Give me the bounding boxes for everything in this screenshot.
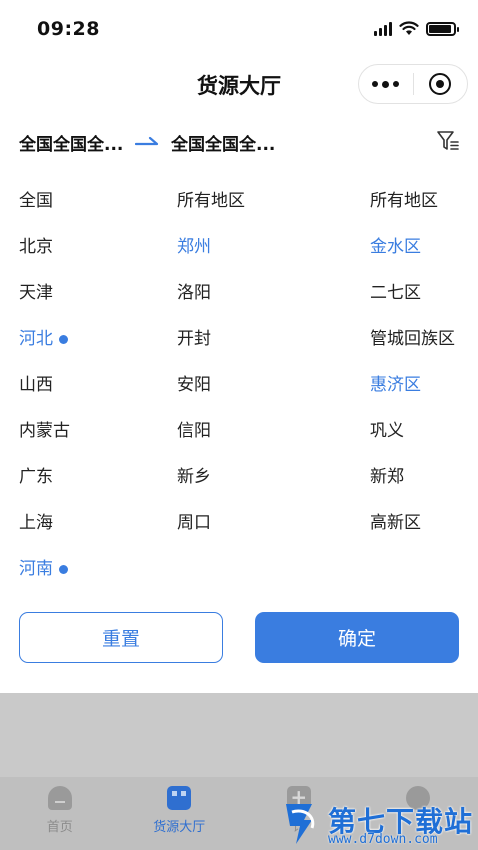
district-item-label: 金水区 [370, 237, 421, 257]
more-button[interactable] [359, 65, 413, 103]
district-item-label: 巩义 [370, 421, 404, 441]
province-item-label: 天津 [19, 283, 53, 303]
province-item[interactable]: 内蒙古 [19, 408, 169, 454]
district-item-label: 高新区 [370, 513, 421, 533]
district-item[interactable]: 所有地区 [370, 178, 478, 224]
district-item-label: 新郑 [370, 467, 404, 487]
province-item[interactable]: 全国 [19, 178, 169, 224]
city-item[interactable]: 信阳 [177, 408, 357, 454]
confirm-button[interactable]: 确定 [255, 612, 459, 663]
cargo-hall-icon [167, 786, 192, 810]
tab-item[interactable]: 首页 [0, 777, 120, 850]
province-item[interactable]: 北京 [19, 224, 169, 270]
district-item[interactable]: 新郑 [370, 454, 478, 500]
district-item-label: 惠济区 [370, 375, 421, 395]
district-item-label: 二七区 [370, 283, 421, 303]
province-item-label: 广东 [19, 467, 53, 487]
selected-dot-icon [59, 564, 68, 574]
province-item-label: 山西 [19, 375, 53, 395]
route-origin[interactable]: 全国全国全... [19, 130, 123, 155]
province-list: 全国北京天津河北山西内蒙古广东上海河南 [19, 178, 169, 592]
city-item[interactable]: 新乡 [177, 454, 357, 500]
province-item[interactable]: 河南 [19, 546, 169, 592]
selected-dot-icon [59, 334, 68, 344]
city-item[interactable]: 洛阳 [177, 270, 357, 316]
city-item[interactable]: 安阳 [177, 362, 357, 408]
more-icon [372, 80, 400, 88]
province-item-label: 上海 [19, 513, 53, 533]
province-item-label: 河北 [19, 329, 53, 349]
province-item-label: 河南 [19, 559, 53, 579]
province-item[interactable]: 上海 [19, 500, 169, 546]
city-item-label: 开封 [177, 329, 211, 349]
filter-icon[interactable] [436, 129, 460, 153]
district-item[interactable]: 金水区 [370, 224, 478, 270]
status-icons [374, 21, 459, 36]
province-item-label: 内蒙古 [19, 421, 70, 441]
watermark-url: www.d7down.com [328, 832, 438, 847]
city-item-label: 郑州 [177, 237, 211, 257]
province-item[interactable]: 河北 [19, 316, 169, 362]
d7-logo-icon [286, 804, 315, 844]
tab-label: 货源大厅 [153, 820, 206, 835]
province-item-label: 全国 [19, 191, 53, 211]
wifi-icon [399, 21, 419, 35]
province-item-label: 北京 [19, 237, 53, 257]
city-item[interactable]: 开封 [177, 316, 357, 362]
province-item[interactable]: 天津 [19, 270, 169, 316]
reset-button[interactable]: 重置 [19, 612, 223, 663]
district-item[interactable]: 惠济区 [370, 362, 478, 408]
status-time: 09:28 [37, 18, 100, 40]
status-bar: 09:28 [0, 0, 478, 58]
district-list: 所有地区金水区二七区管城回族区惠济区巩义新郑高新区 [370, 178, 478, 592]
city-item[interactable]: 周口 [177, 500, 357, 546]
city-item-label: 洛阳 [177, 283, 211, 303]
city-item[interactable]: 郑州 [177, 224, 357, 270]
route-destination[interactable]: 全国全国全... [171, 130, 275, 155]
district-item[interactable]: 二七区 [370, 270, 478, 316]
province-item[interactable]: 广东 [19, 454, 169, 500]
home-icon [47, 786, 72, 810]
tab-label: 首页 [46, 820, 73, 835]
district-item[interactable]: 管城回族区 [370, 316, 478, 362]
city-item-label: 新乡 [177, 467, 211, 487]
province-item[interactable]: 山西 [19, 362, 169, 408]
district-item-label: 所有地区 [370, 191, 438, 211]
watermark: 第七下载站 www.d7down.com [282, 796, 478, 850]
nav-bar: 货源大厅 [0, 58, 478, 114]
district-item-label: 管城回族区 [370, 329, 455, 349]
city-item-label: 所有地区 [177, 191, 245, 211]
route-bar: 全国全国全... 全国全国全... [0, 122, 478, 162]
tab-item[interactable]: 货源大厅 [120, 777, 240, 850]
signal-icon [374, 21, 392, 36]
city-item[interactable]: 所有地区 [177, 178, 357, 224]
target-icon [429, 73, 452, 95]
city-item-label: 信阳 [177, 421, 211, 441]
mini-program-capsule [358, 64, 468, 104]
city-item-label: 周口 [177, 513, 211, 533]
city-item-label: 安阳 [177, 375, 211, 395]
district-item[interactable]: 巩义 [370, 408, 478, 454]
district-item[interactable]: 高新区 [370, 500, 478, 546]
arrow-right-icon [135, 136, 159, 146]
close-mini-program-button[interactable] [414, 65, 468, 103]
city-list: 所有地区郑州洛阳开封安阳信阳新乡周口 [177, 178, 357, 592]
battery-icon [426, 21, 459, 36]
